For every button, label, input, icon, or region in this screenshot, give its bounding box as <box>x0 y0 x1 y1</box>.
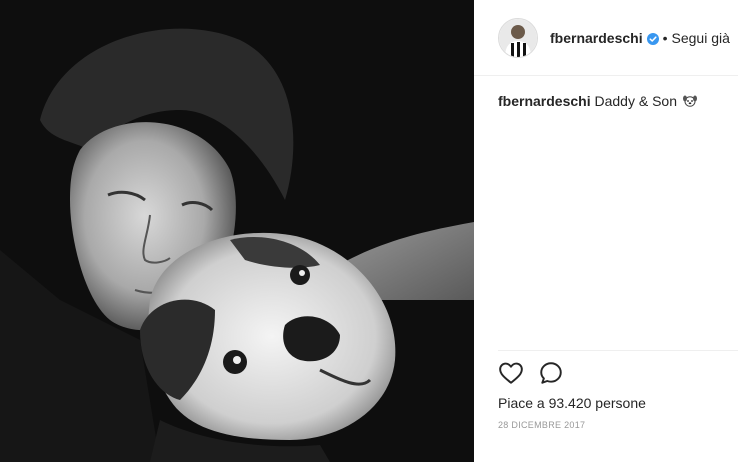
caption-text: Daddy & Son <box>594 93 677 109</box>
caption: fbernardeschi Daddy & Son <box>498 92 728 110</box>
caption-username[interactable]: fbernardeschi <box>498 93 591 109</box>
username[interactable]: fbernardeschi <box>550 30 643 46</box>
separator-dot: • <box>662 29 668 46</box>
heart-icon[interactable] <box>498 360 524 386</box>
comment-bubble-icon[interactable] <box>538 360 564 386</box>
avatar[interactable] <box>498 17 538 58</box>
post-header: fbernardeschi • Segui già <box>474 0 738 76</box>
post-side-panel: fbernardeschi • Segui già fbernardeschi … <box>474 0 738 462</box>
divider <box>498 350 738 351</box>
avatar-image <box>499 18 537 57</box>
follow-status-button[interactable]: Segui già <box>672 30 730 46</box>
instagram-post: fbernardeschi • Segui già fbernardeschi … <box>0 0 738 462</box>
photo-man-and-bulldog <box>0 0 474 462</box>
dog-face-icon <box>682 93 697 107</box>
action-bar <box>498 360 564 386</box>
post-photo[interactable] <box>0 0 474 462</box>
post-date[interactable]: 28 DICEMBRE 2017 <box>498 420 585 430</box>
verified-badge-icon <box>646 32 659 45</box>
likes-count[interactable]: Piace a 93.420 persone <box>498 395 646 411</box>
